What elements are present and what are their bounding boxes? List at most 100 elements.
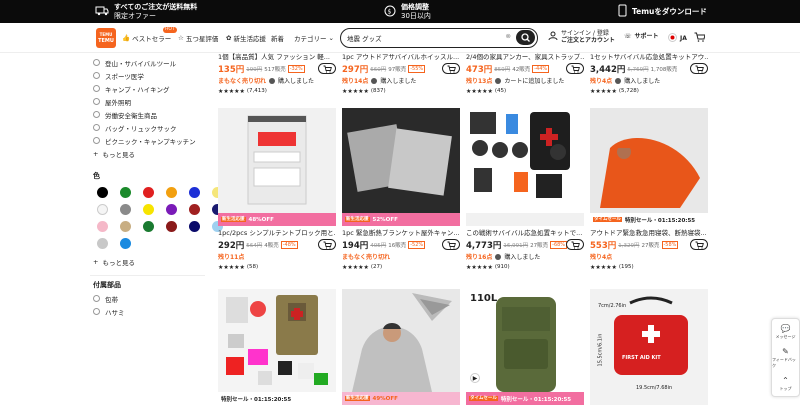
silver-blanket-image — [342, 108, 460, 213]
review-count[interactable]: (195) — [619, 264, 634, 270]
review-count[interactable]: (7,413) — [247, 88, 267, 94]
add-to-cart-button[interactable] — [690, 63, 708, 74]
review-count[interactable]: (5,728) — [619, 88, 639, 94]
product-card[interactable]: 1pc アウトドアサバイバルホイッスル... 297円 660円 97販売 -5… — [342, 53, 460, 96]
product-title[interactable]: 1個【高品質】人気 ファッション 軽... — [218, 53, 336, 62]
product-image[interactable]: 110L ▶ タイムセール 特別セール・01:15:20:55 — [466, 289, 584, 405]
color-swatch[interactable] — [166, 204, 177, 215]
promo-label: 特別セール・01:15:20:55 — [624, 217, 696, 224]
clear-icon[interactable]: ⊗ — [506, 32, 511, 40]
search-button[interactable] — [516, 30, 535, 45]
color-swatch[interactable] — [189, 204, 200, 215]
product-card[interactable]: 2/4個の家具アンカー、家具ストラップ... 473円 859円 42販売 -4… — [466, 53, 584, 96]
message-button[interactable]: 💬 メッセージ — [772, 319, 799, 345]
product-title[interactable]: 1pc 緊急断熱ブランケット屋外キャン... — [342, 229, 460, 238]
signin-link[interactable]: サインイン / 登録 ご注文とアカウント — [548, 30, 615, 44]
product-card[interactable]: 新生活応援 52%OFF 1pc 緊急断熱ブランケット屋外キャン... 194円 … — [342, 108, 460, 272]
color-swatch[interactable] — [97, 238, 108, 249]
color-swatch[interactable] — [143, 187, 154, 198]
product-card[interactable]: 新生活応援 49%OFF — [342, 289, 460, 405]
product-price: 553円 — [590, 240, 617, 251]
product-card[interactable]: この戦術サバイバル応急処置キットで... 4,773円 16,991円 27販売… — [466, 108, 584, 272]
nav-new[interactable]: 新着 — [271, 33, 284, 43]
add-to-cart-button[interactable] — [318, 239, 336, 250]
color-swatch[interactable] — [143, 221, 154, 232]
color-swatch[interactable] — [189, 221, 200, 232]
product-title[interactable]: 1pc アウトドアサバイバルホイッスル... — [342, 53, 460, 62]
product-title[interactable]: アウトドア緊急救急用寝袋、断熱寝袋... — [590, 229, 708, 238]
search-box[interactable]: 地震 グッズ ⊗ — [340, 28, 538, 48]
show-more-button[interactable]: + もっと見る — [90, 147, 205, 161]
add-to-cart-button[interactable] — [442, 63, 460, 74]
price-adjust-banner[interactable]: $ 価格調整 30日以内 — [384, 0, 431, 23]
back-to-top-button[interactable]: ⌃ トップ — [772, 371, 799, 397]
nav-category[interactable]: カテゴリー ⌄ — [294, 33, 334, 43]
search-input[interactable]: 地震 グッズ — [347, 33, 382, 43]
product-card[interactable]: 特別セール・01:15:20:55 — [218, 289, 336, 405]
product-image[interactable]: 新生活応援 48%OFF — [218, 108, 336, 226]
color-swatch[interactable] — [97, 221, 108, 232]
support-link[interactable]: ☏ サポート — [624, 33, 659, 40]
filter-bandage[interactable]: 包帯 — [90, 292, 205, 305]
product-title[interactable]: 1セットサバイバル応急処置キットアウ... — [590, 53, 708, 62]
filter-scissors[interactable]: ハサミ — [90, 305, 205, 318]
product-card[interactable]: タイムセール 特別セール・01:15:20:55 アウトドア緊急救急用寝袋、断熱寝… — [590, 108, 708, 272]
play-icon[interactable]: ▶ — [470, 373, 480, 383]
add-to-cart-button[interactable] — [442, 239, 460, 250]
product-card[interactable]: 7cm/2.76in 15.5cm/6.1in FIRST AID KIT 19… — [590, 289, 708, 405]
category-filter-item[interactable]: 屋外照明 — [90, 95, 205, 108]
review-count[interactable]: (27) — [371, 264, 382, 270]
nav-five-star[interactable]: ☆ 五つ星評価 — [178, 33, 218, 43]
review-count[interactable]: (58) — [247, 264, 258, 270]
color-swatch[interactable] — [166, 221, 177, 232]
category-filter-item[interactable]: バッグ・リュックサック — [90, 121, 205, 134]
add-to-cart-button[interactable] — [318, 63, 336, 74]
product-title[interactable]: 2/4個の家具アンカー、家具ストラップ... — [466, 53, 584, 62]
color-swatches — [90, 187, 223, 249]
add-to-cart-button[interactable] — [690, 239, 708, 250]
color-swatch[interactable] — [97, 204, 108, 215]
review-count[interactable]: (910) — [495, 264, 510, 270]
product-image[interactable]: 7cm/2.76in 15.5cm/6.1in FIRST AID KIT 19… — [590, 289, 708, 405]
review-count[interactable]: (45) — [495, 88, 506, 94]
category-filter-item[interactable]: ピクニック・キャンプキッチン — [90, 134, 205, 147]
add-to-cart-button[interactable] — [566, 63, 584, 74]
cart-button[interactable] — [694, 32, 706, 44]
color-swatch[interactable] — [120, 221, 131, 232]
product-title[interactable]: 1pc/2pcs シンプルテントブロック用と... — [218, 229, 336, 238]
product-image[interactable]: 新生活応援 49%OFF — [342, 289, 460, 405]
color-swatch[interactable] — [120, 187, 131, 198]
free-shipping-banner[interactable]: すべてのご注文が送料無料 限定オファー — [95, 0, 197, 23]
logo-text: TEMU — [98, 38, 114, 44]
product-card[interactable]: 1セットサバイバル応急処置キットアウ... 3,442円 5,769円 1,70… — [590, 53, 708, 96]
product-card[interactable]: 新生活応援 48%OFF 1pc/2pcs シンプルテントブロック用と... 29… — [218, 108, 336, 272]
category-filter-item[interactable]: スポーツ医学 — [90, 69, 205, 82]
product-image[interactable]: 特別セール・01:15:20:55 — [218, 289, 336, 405]
temu-logo[interactable]: TEMU TEMU — [96, 28, 116, 48]
product-image[interactable]: 新生活応援 52%OFF — [342, 108, 460, 226]
product-image[interactable]: タイムセール 特別セール・01:15:20:55 — [590, 108, 708, 226]
category-filter-label: 登山・サバイバルツール — [105, 59, 177, 68]
download-app-banner[interactable]: Temuをダウンロード — [618, 0, 707, 23]
nav-new-life[interactable]: ✿ 新生活応援 — [226, 33, 266, 43]
product-image[interactable] — [466, 108, 584, 226]
product-card[interactable]: 1個【高品質】人気 ファッション 軽... 135円 199円 517販売 -3… — [218, 53, 336, 96]
language-selector[interactable]: JA — [668, 33, 687, 44]
color-swatch[interactable] — [120, 238, 131, 249]
review-count[interactable]: (837) — [371, 88, 386, 94]
color-swatch[interactable] — [120, 204, 131, 215]
nav-bestseller[interactable]: 👍 ベストセラー — [122, 33, 171, 43]
show-more-colors-button[interactable]: + もっと見る — [90, 255, 205, 269]
plus-icon: + — [93, 150, 99, 158]
feedback-button[interactable]: ✎ フィードバック — [772, 345, 799, 371]
category-filter-item[interactable]: 登山・サバイバルツール — [90, 56, 205, 69]
product-card[interactable]: 110L ▶ タイムセール 特別セール・01:15:20:55 — [466, 289, 584, 405]
color-swatch[interactable] — [166, 187, 177, 198]
add-to-cart-button[interactable] — [566, 239, 584, 250]
category-filter-item[interactable]: 労働安全衛生商品 — [90, 108, 205, 121]
color-swatch[interactable] — [143, 204, 154, 215]
product-title[interactable]: この戦術サバイバル応急処置キットで... — [466, 229, 584, 238]
color-swatch[interactable] — [97, 187, 108, 198]
color-swatch[interactable] — [189, 187, 200, 198]
category-filter-item[interactable]: キャンプ・ハイキング — [90, 82, 205, 95]
